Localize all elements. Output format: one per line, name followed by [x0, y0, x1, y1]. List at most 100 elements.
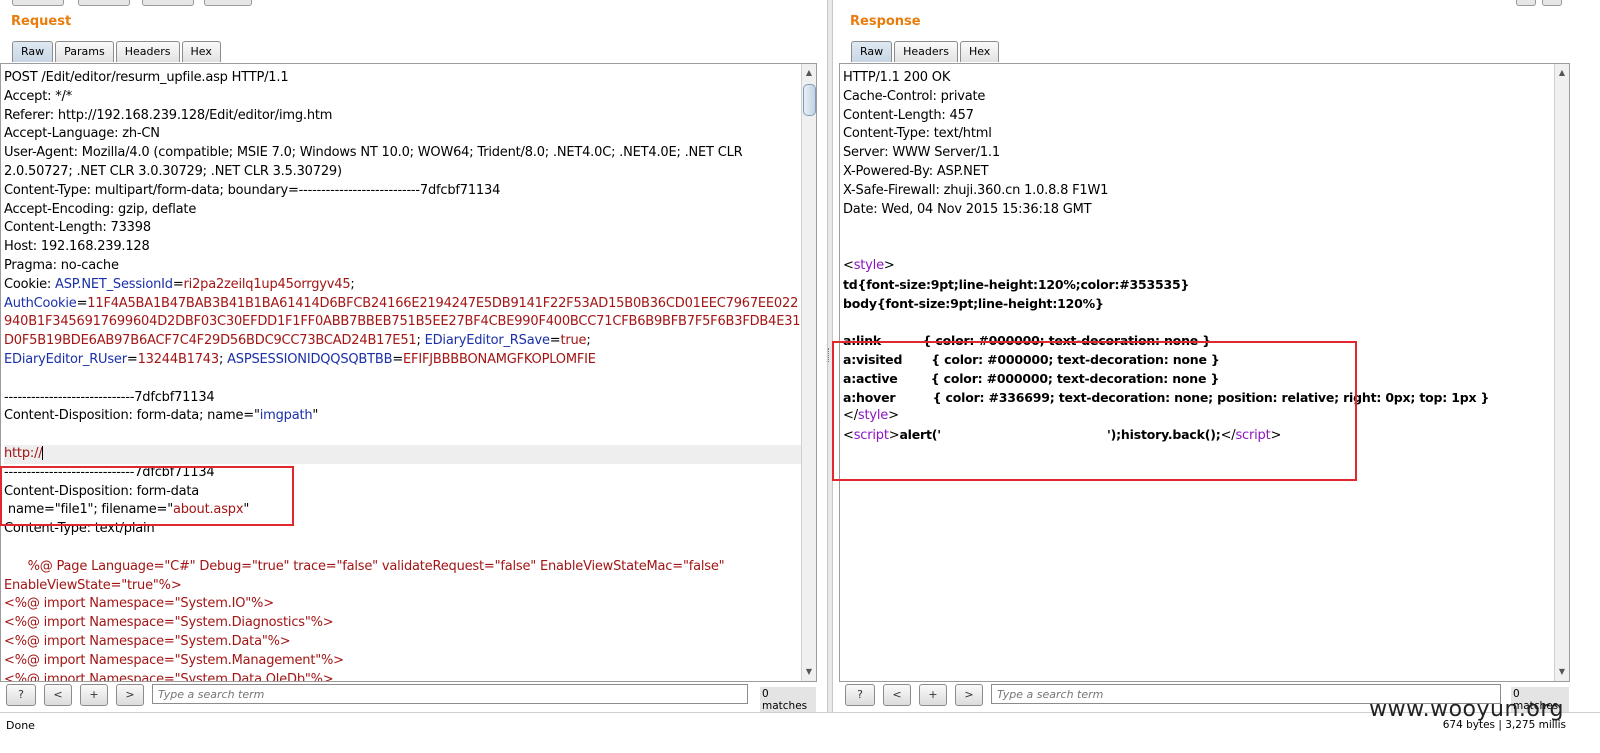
text-line[interactable]: <%@ import Namespace="System.Management"…	[4, 652, 802, 671]
splitter-grip-icon[interactable]	[828, 348, 831, 362]
scroll-thumb[interactable]	[803, 84, 816, 116]
top-toolbar-button-stub[interactable]	[78, 0, 130, 6]
top-toolbar-button-stub[interactable]	[1542, 0, 1562, 6]
text-line[interactable]: Host: 192.168.239.128	[4, 238, 802, 257]
text-line[interactable]: Referer: http://192.168.239.128/Edit/edi…	[4, 107, 802, 126]
text-line[interactable]	[4, 370, 802, 389]
text-segment: >	[1270, 428, 1282, 444]
text-segment: a:link { color: #000000; text-decoration…	[843, 333, 1211, 349]
request-matches-count: 0 matches	[760, 687, 816, 713]
scroll-down-icon[interactable]: ▼	[1555, 665, 1569, 679]
text-line[interactable]: a:active { color: #000000; text-decorati…	[843, 370, 1555, 389]
text-segment: User-Agent: Mozilla/4.0 (compatible; MSI…	[4, 145, 743, 161]
text-line[interactable]: <%@ import Namespace="System.Data"%>	[4, 633, 802, 652]
request-search-input[interactable]	[152, 684, 748, 704]
next-button[interactable]: >	[116, 684, 144, 706]
top-toolbar-button-stub[interactable]	[1516, 0, 1536, 6]
text-line[interactable]: EnableViewState="true"%>	[4, 577, 802, 596]
response-scrollbar[interactable]: ▲ ▼	[1554, 64, 1569, 681]
previous-button[interactable]: <	[883, 684, 911, 706]
text-line[interactable]: -----------------------------7dfcbf71134	[4, 389, 802, 408]
text-line[interactable]: name="file1"; filename="about.aspx"	[4, 501, 802, 520]
text-line[interactable]: Accept: */*	[4, 88, 802, 107]
text-line[interactable]: Server: WWW Server/1.1	[843, 144, 1555, 163]
top-toolbar-button-stub[interactable]	[142, 0, 194, 6]
request-scrollbar[interactable]: ▲ ▼	[801, 64, 816, 681]
response-editor[interactable]: HTTP/1.1 200 OK Cache-Control: private Con…	[839, 63, 1570, 682]
request-tab-hex[interactable]: Hex	[181, 41, 221, 62]
text-line[interactable]: body{font-size:9pt;line-height:120%}	[843, 295, 1555, 314]
text-line[interactable]: Content-Disposition: form-data; name="im…	[4, 407, 802, 426]
text-segment: "	[243, 502, 250, 518]
text-line[interactable]	[843, 219, 1555, 238]
text-line[interactable]	[4, 539, 802, 558]
text-line[interactable]: HTTP/1.1 200 OK	[843, 69, 1555, 88]
text-line[interactable]: a:link { color: #000000; text-decoration…	[843, 332, 1555, 351]
previous-button[interactable]: <	[44, 684, 72, 706]
text-line[interactable]: <%@ import Namespace="System.IO"%>	[4, 595, 802, 614]
text-segment: script	[1235, 428, 1271, 444]
text-line[interactable]: Cache-Control: private	[843, 88, 1555, 107]
next-button[interactable]: >	[955, 684, 983, 706]
response-tab-headers[interactable]: Headers	[894, 41, 958, 62]
text-line[interactable]: Content-Length: 73398	[4, 219, 802, 238]
response-tab-raw[interactable]: Raw	[851, 41, 893, 62]
text-line[interactable]: Pragma: no-cache	[4, 257, 802, 276]
text-line[interactable]: -----------------------------7dfcbf71134	[4, 464, 802, 483]
text-line[interactable]: Accept-Encoding: gzip, deflate	[4, 201, 802, 220]
text-line[interactable]: <style>	[843, 257, 1555, 276]
add-button[interactable]: +	[80, 684, 108, 706]
text-line[interactable]: a:visited { color: #000000; text-decorat…	[843, 351, 1555, 370]
text-line[interactable]: Cookie: ASP.NET_SessionId=ri2pa2zeilq1up…	[4, 276, 802, 295]
help-button[interactable]: ?	[845, 684, 875, 706]
response-text[interactable]: HTTP/1.1 200 OK Cache-Control: private Con…	[843, 69, 1555, 445]
text-segment: =	[76, 295, 88, 311]
request-tab-params[interactable]: Params	[55, 41, 114, 62]
text-segment: ri2pa2zeilq1up45orrgyv45	[183, 276, 351, 292]
text-line[interactable]: http://	[4, 444, 802, 464]
add-button[interactable]: +	[919, 684, 947, 706]
text-line[interactable]	[843, 313, 1555, 332]
text-line[interactable]: <%@ import Namespace="System.Data.OleDb"…	[4, 671, 802, 682]
request-text[interactable]: POST /Edit/editor/resurm_upfile.asp HTTP…	[4, 69, 802, 682]
text-line[interactable]: <%@ import Namespace="System.Diagnostics…	[4, 614, 802, 633]
top-toolbar-button-stub[interactable]	[12, 0, 64, 6]
text-line[interactable]: 940B1F3456917699604D2DBF03C30EFDD1F1FF0A…	[4, 313, 802, 332]
text-line[interactable]	[843, 238, 1555, 257]
text-line[interactable]: Content-Type: multipart/form-data; bound…	[4, 182, 802, 201]
request-tab-headers[interactable]: Headers	[115, 41, 180, 62]
text-segment: 940B1F3456917699604D2DBF03C30EFDD1F1FF0A…	[4, 314, 801, 330]
help-button[interactable]: ?	[6, 684, 36, 706]
request-pane-title: Request	[11, 14, 72, 29]
text-line[interactable]: AuthCookie=11F4A5BA1B47BAB3B41B1BA61414D…	[4, 295, 802, 314]
text-line[interactable]: POST /Edit/editor/resurm_upfile.asp HTTP…	[4, 69, 802, 88]
scroll-up-icon[interactable]: ▲	[1555, 66, 1569, 80]
text-line[interactable]: User-Agent: Mozilla/4.0 (compatible; MSI…	[4, 144, 802, 163]
text-line[interactable]: td{font-size:9pt;line-height:120%;color:…	[843, 276, 1555, 295]
pane-splitter[interactable]	[827, 0, 833, 712]
text-line[interactable]: %@ Page Language="C#" Debug="true" trace…	[4, 558, 802, 577]
text-line[interactable]: Content-Type: text/plain	[4, 520, 802, 539]
text-line[interactable]: Date: Wed, 04 Nov 2015 15:36:18 GMT	[843, 201, 1555, 220]
response-tab-hex[interactable]: Hex	[959, 41, 1000, 62]
text-line[interactable]: Accept-Language: zh-CN	[4, 125, 802, 144]
text-line[interactable]: <script>alert(' ');history.back();</scri…	[843, 426, 1555, 445]
text-line[interactable]: Content-Length: 457	[843, 107, 1555, 126]
text-line[interactable]: a:hover { color: #336699; text-decoratio…	[843, 389, 1555, 408]
text-line[interactable]: D0F5B19BDE6AB97B6ACF7C4F29D56BDC9CC73BCA…	[4, 332, 802, 351]
request-editor[interactable]: POST /Edit/editor/resurm_upfile.asp HTTP…	[0, 63, 817, 682]
text-line[interactable]: Content-Type: text/html	[843, 125, 1555, 144]
text-line[interactable]: EDiaryEditor_RUser=13244B1743; ASPSESSIO…	[4, 351, 802, 370]
scroll-up-icon[interactable]: ▲	[802, 66, 816, 80]
text-line[interactable]: </style>	[843, 407, 1555, 426]
text-segment: Date: Wed, 04 Nov 2015 15:36:18 GMT	[843, 201, 1092, 217]
text-line[interactable]: 2.0.50727; .NET CLR 3.0.30729; .NET CLR …	[4, 163, 802, 182]
text-line[interactable]: X-Safe-Firewall: zhuji.360.cn 1.0.8.8 F1…	[843, 182, 1555, 201]
text-line[interactable]: X-Powered-By: ASP.NET	[843, 163, 1555, 182]
request-tab-raw[interactable]: Raw	[12, 41, 54, 62]
scroll-down-icon[interactable]: ▼	[802, 665, 816, 679]
text-line[interactable]	[4, 426, 802, 445]
top-toolbar-button-stub[interactable]	[204, 0, 252, 6]
text-segment: ;	[416, 333, 425, 349]
text-line[interactable]: Content-Disposition: form-data	[4, 483, 802, 502]
